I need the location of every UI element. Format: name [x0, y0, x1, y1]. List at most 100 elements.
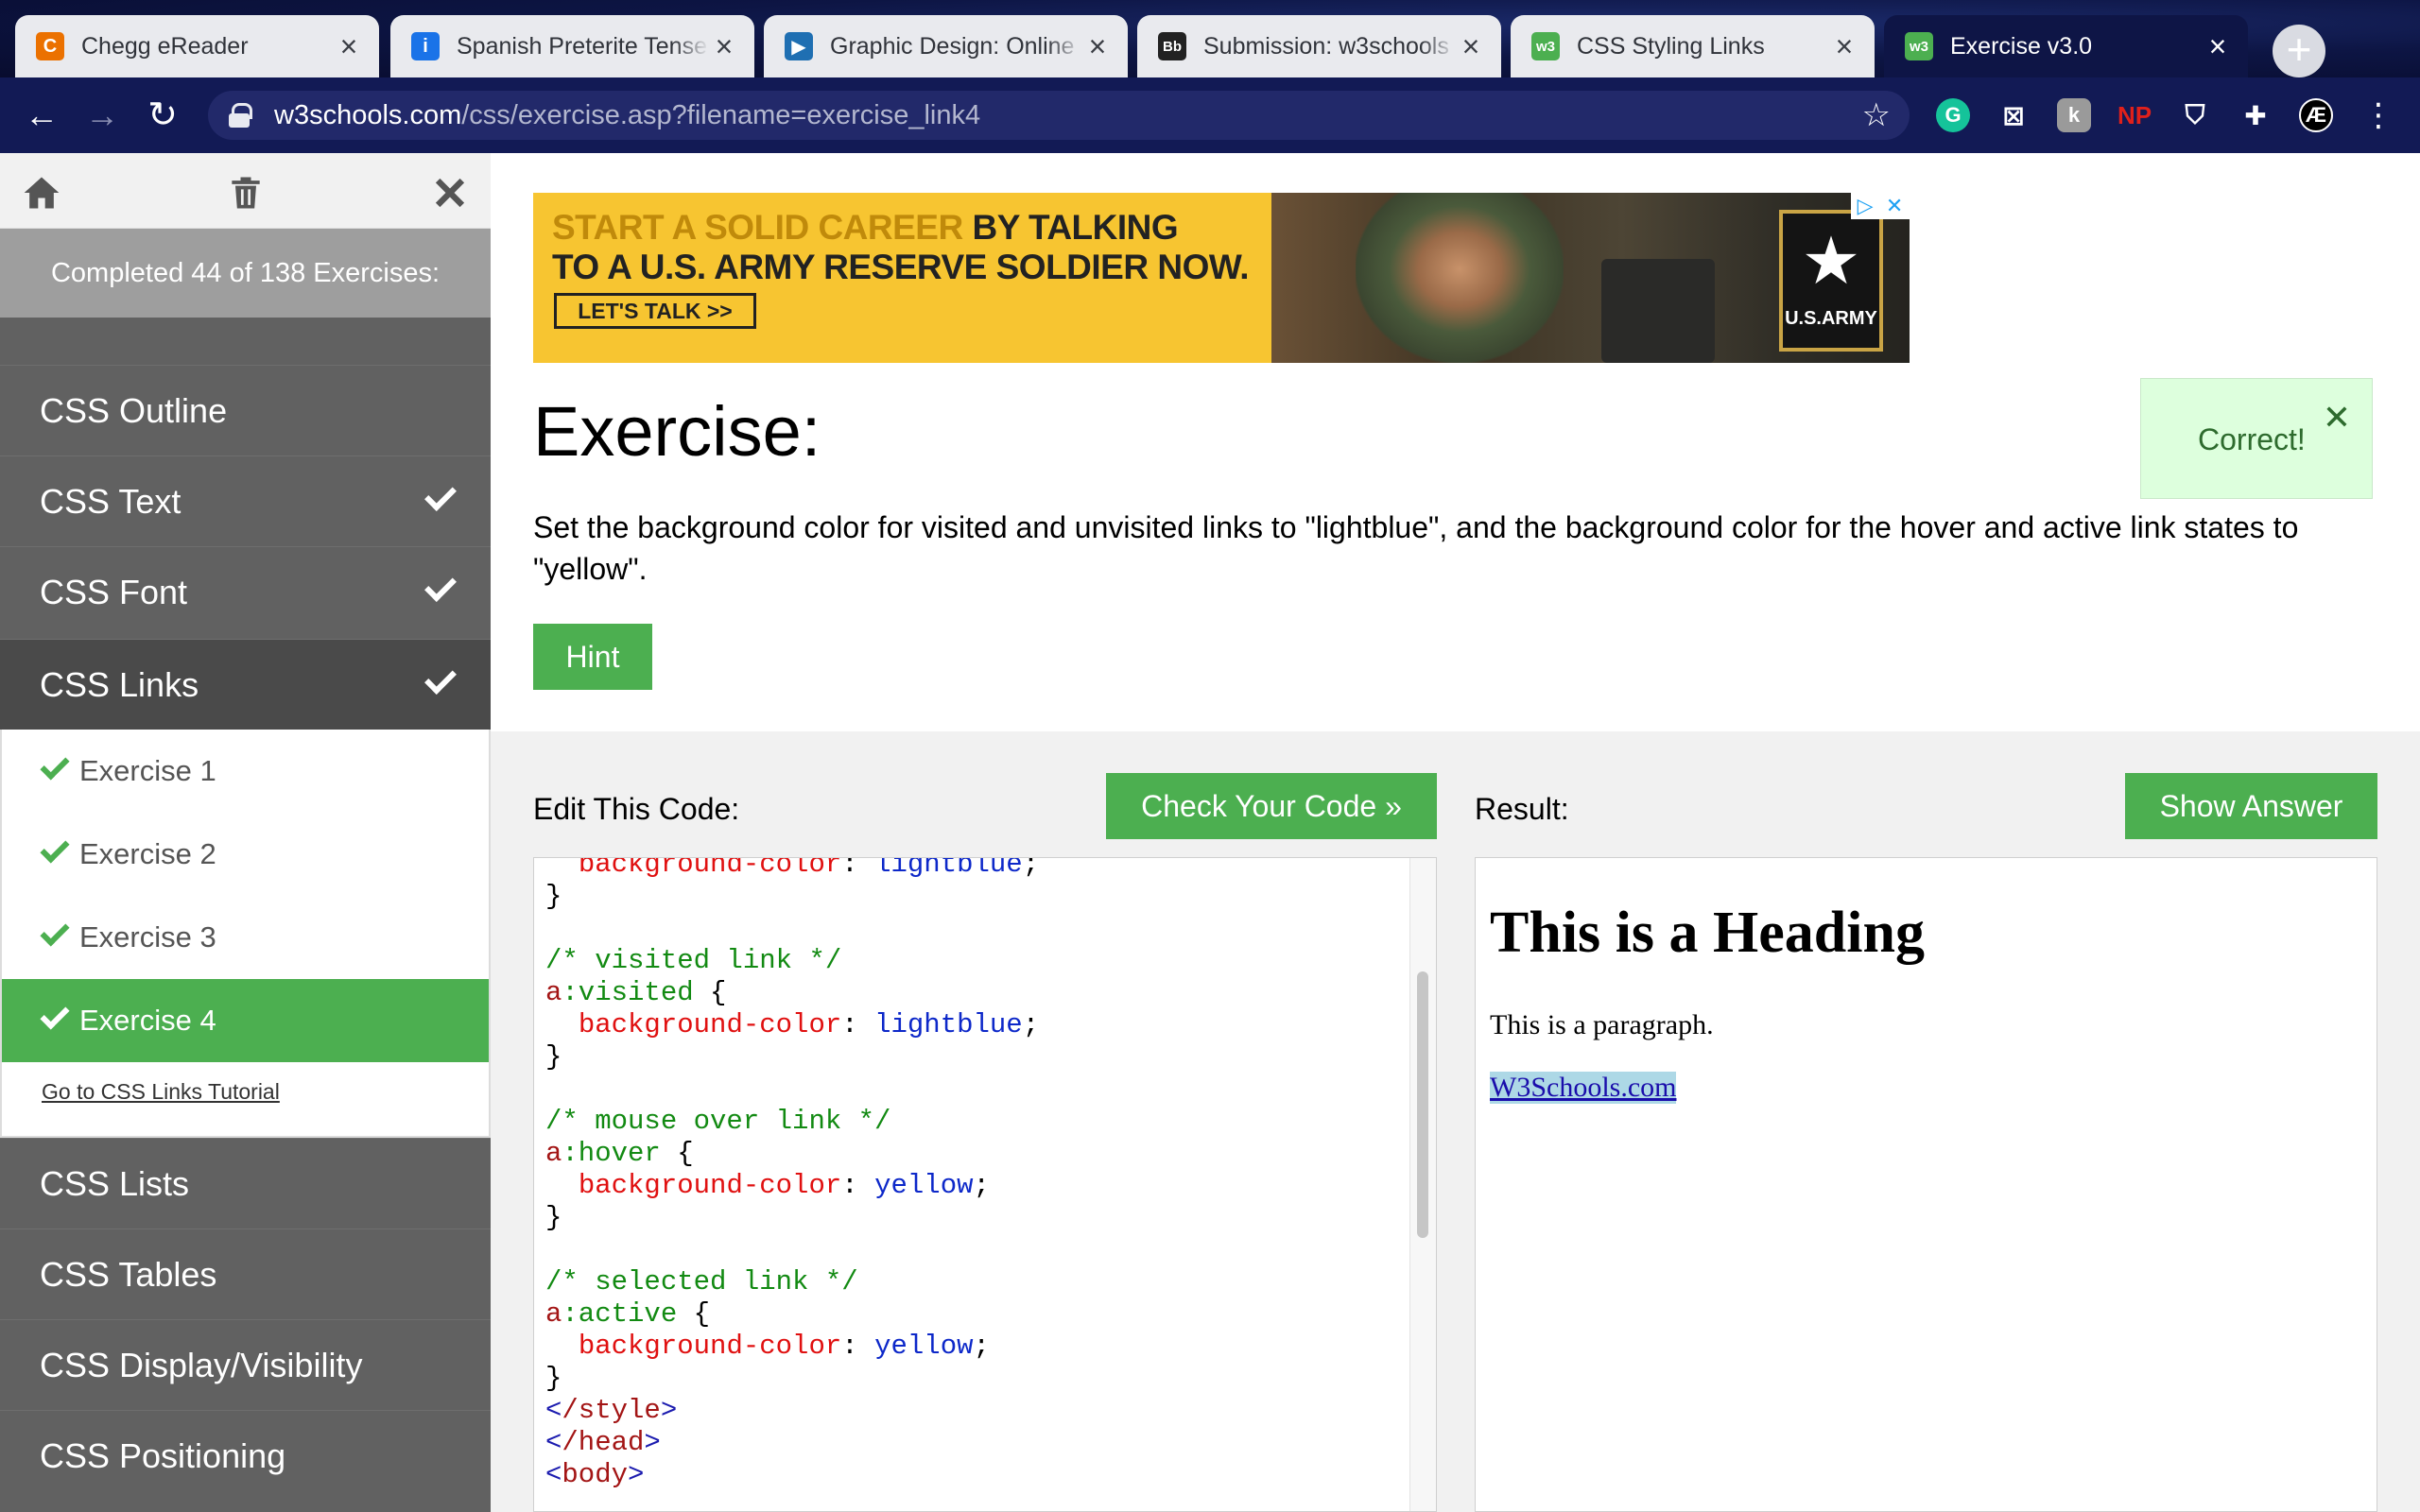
category-label: CSS Tables: [40, 1254, 217, 1294]
trash-icon[interactable]: [225, 172, 267, 214]
exercise-instructions: Set the background color for visited and…: [533, 510, 2299, 586]
code-line: </head>: [545, 1427, 661, 1458]
category-label: CSS Positioning: [40, 1435, 286, 1475]
css-selector: a: [545, 1138, 562, 1169]
browser-tab[interactable]: C Chegg eReader ×: [15, 15, 379, 77]
css-value: lightblue: [874, 1009, 1023, 1040]
tab-title: Submission: w3schools: [1203, 32, 1449, 60]
result-link[interactable]: W3Schools.com: [1490, 1072, 1677, 1104]
css-pseudo-class: :active: [562, 1298, 678, 1330]
browser-menu-icon[interactable]: ⋮: [2360, 96, 2397, 134]
correct-notification: Correct! ✕: [2140, 378, 2373, 499]
category-css-outline[interactable]: CSS Outline: [0, 365, 491, 455]
tutorial-link[interactable]: Go to CSS Links Tutorial: [42, 1079, 280, 1105]
category-css-font[interactable]: CSS Font: [0, 546, 491, 637]
ad-cta-button[interactable]: LET'S TALK >>: [554, 293, 756, 329]
checkmark-icon: [428, 579, 457, 598]
new-tab-icon[interactable]: +: [2273, 25, 2325, 77]
code-line: background-color: yellow;: [545, 1331, 1039, 1363]
forward-arrow-icon[interactable]: →: [83, 96, 121, 134]
browser-tab[interactable]: Bb Submission: w3schools ×: [1137, 15, 1501, 77]
exercise-item-1[interactable]: Exercise 1: [2, 730, 489, 813]
star-icon: ★: [1801, 224, 1861, 298]
html-tag: /head: [562, 1427, 645, 1458]
check-code-button[interactable]: Check Your Code »: [1106, 773, 1437, 839]
np-icon[interactable]: NP: [2118, 98, 2152, 132]
tab-title: Exercise v3.0: [1950, 32, 2093, 60]
tab-close-icon[interactable]: ×: [1829, 31, 1859, 61]
css-property: background-color: [578, 1170, 842, 1201]
result-frame: This is a Heading This is a paragraph. W…: [1475, 857, 2377, 1512]
exercise-item-4[interactable]: Exercise 4: [2, 979, 489, 1062]
css-selector: a: [545, 1298, 562, 1330]
code-line: background-color: lightblue;: [545, 857, 1039, 881]
exercise-title: Exercise:: [533, 392, 821, 471]
advertisement-banner[interactable]: START A SOLID CAREER BY TALKING TO A U.S…: [533, 193, 1910, 363]
code-comment: /* selected link */: [545, 1266, 858, 1297]
checkmark-icon: [428, 489, 457, 507]
css-selector: a: [545, 977, 562, 1008]
code-line: </style>: [545, 1395, 678, 1426]
tab-close-icon[interactable]: ×: [1082, 31, 1113, 61]
code-line: a:visited {: [545, 977, 727, 1008]
check-icon: [42, 1007, 66, 1026]
css-pseudo-class: :hover: [562, 1138, 661, 1169]
grammarly-icon[interactable]: G: [1936, 98, 1970, 132]
adblock-icon[interactable]: ⛉: [2178, 98, 2212, 132]
check-icon: [42, 758, 66, 777]
profile-icon[interactable]: Æ: [2299, 98, 2333, 132]
category-label: CSS Links: [40, 664, 199, 704]
checkmark-icon: [428, 672, 457, 691]
bookmark-star-icon[interactable]: ☆: [1862, 96, 1891, 134]
back-arrow-icon[interactable]: ←: [23, 96, 60, 134]
category-css-tables[interactable]: CSS Tables: [0, 1228, 491, 1319]
browser-tab[interactable]: ▶ Graphic Design: Online ×: [764, 15, 1128, 77]
hint-button[interactable]: Hint: [533, 624, 652, 690]
close-sidebar-icon[interactable]: [429, 172, 471, 214]
browser-tab[interactable]: w3 CSS Styling Links ×: [1511, 15, 1875, 77]
main-content: START A SOLID CAREER BY TALKING TO A U.S…: [491, 153, 2420, 1512]
code-line: background-color: yellow;: [545, 1170, 1039, 1202]
exercise-item-3[interactable]: Exercise 3: [2, 896, 489, 979]
url-host: w3schools.com: [274, 99, 462, 130]
extension-k-icon[interactable]: k: [2057, 98, 2091, 132]
home-icon[interactable]: [21, 172, 62, 214]
browser-tab[interactable]: w3 Exercise v3.0 ×: [1884, 15, 2248, 77]
code-content[interactable]: background-color: lightblue;} /* visited…: [545, 857, 1039, 1491]
category-label: CSS Outline: [40, 390, 228, 430]
tab-close-icon[interactable]: ×: [334, 31, 364, 61]
exercise-label: Exercise 2: [79, 837, 216, 870]
url-path: /css/exercise.asp?filename=exercise_link…: [461, 99, 981, 130]
browser-tab[interactable]: i Spanish Preterite Tense ×: [390, 15, 754, 77]
tab-close-icon[interactable]: ×: [709, 31, 739, 61]
category-css-lists[interactable]: CSS Lists: [0, 1138, 491, 1228]
category-css-display-visibility[interactable]: CSS Display/Visibility: [0, 1319, 491, 1410]
address-bar[interactable]: w3schools.com/css/exercise.asp?filename=…: [208, 91, 1910, 140]
adchoices-icon[interactable]: ▷ ✕: [1851, 193, 1910, 219]
tab-close-icon[interactable]: ×: [2203, 31, 2233, 61]
tab-title: Graphic Design: Online: [830, 32, 1075, 60]
puzzle-icon[interactable]: ✚: [2238, 98, 2273, 132]
css-property: background-color: [578, 857, 842, 880]
code-comment: /* mouse over link */: [545, 1106, 891, 1137]
editor-scroll-thumb[interactable]: [1417, 971, 1428, 1238]
css-value: yellow: [874, 1170, 974, 1201]
show-answer-button[interactable]: Show Answer: [2125, 773, 2377, 839]
tab-close-icon[interactable]: ×: [1456, 31, 1486, 61]
editor-scrollbar[interactable]: [1409, 858, 1436, 1511]
tab-title: CSS Styling Links: [1577, 32, 1765, 60]
reload-icon[interactable]: ↻: [144, 96, 182, 134]
tab-title: Chegg eReader: [81, 32, 249, 60]
correct-message: Correct!: [2198, 422, 2306, 456]
category-label: CSS Font: [40, 572, 188, 611]
category-css-positioning[interactable]: CSS Positioning: [0, 1410, 491, 1501]
css-pseudo-class: :visited: [562, 977, 694, 1008]
code-editor[interactable]: background-color: lightblue;} /* visited…: [533, 857, 1437, 1512]
extension-x-icon[interactable]: ⊠: [1996, 98, 2031, 132]
category-css-text[interactable]: CSS Text: [0, 455, 491, 546]
close-icon[interactable]: ✕: [2323, 398, 2351, 438]
exercise-item-2[interactable]: Exercise 2: [2, 813, 489, 896]
category-css-links[interactable]: CSS Links: [0, 639, 491, 730]
